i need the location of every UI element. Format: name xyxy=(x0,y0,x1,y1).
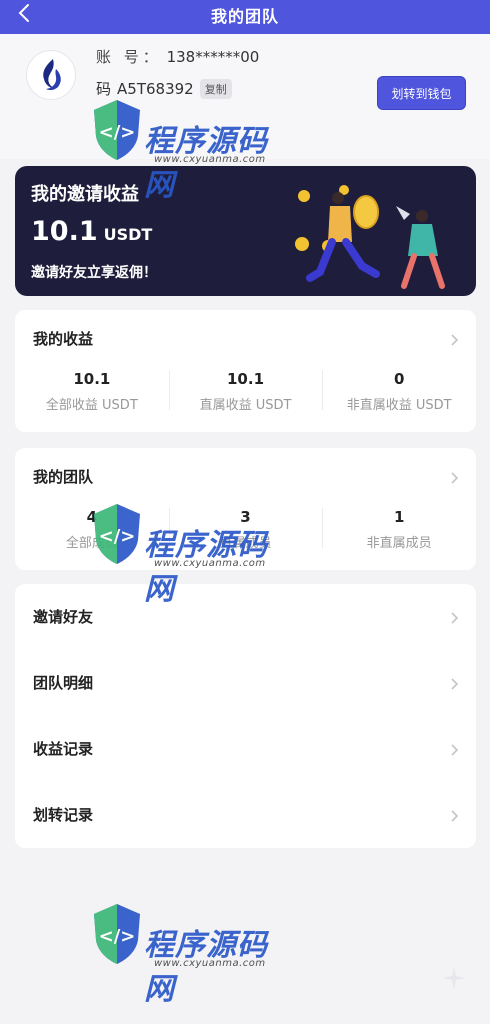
code-shield-icon: </> xyxy=(94,904,140,964)
invite-code-value: A5T68392 xyxy=(117,79,194,98)
svg-text:</>: </> xyxy=(99,526,136,547)
account-row: 账 号： 138******00 xyxy=(96,46,259,67)
svg-text:</>: </> xyxy=(99,122,136,143)
watermark-url: www.cxyuanma.com xyxy=(154,154,266,165)
svg-text:</>: </> xyxy=(99,926,136,947)
flame-logo-icon xyxy=(43,59,61,91)
chevron-right-icon xyxy=(448,808,460,822)
chevron-right-icon xyxy=(448,742,460,756)
earnings-stat-direct: 10.1 直属收益 USDT xyxy=(168,370,323,413)
transfer-to-wallet-button[interactable]: 划转到钱包 xyxy=(377,76,466,110)
stat-label: 非直属成员 xyxy=(366,536,432,551)
account-value: 138******00 xyxy=(166,48,260,66)
people-with-coins-illustration xyxy=(295,185,445,289)
team-card-title: 我的团队 xyxy=(33,468,94,486)
chevron-right-icon xyxy=(448,610,460,624)
watermark: </> 程序源码网 www.cxyuanma.com xyxy=(88,900,298,1007)
banner-amount-value: 10.1 xyxy=(31,216,98,247)
stat-value: 1 xyxy=(393,508,405,526)
code-shield-icon: </> xyxy=(94,504,140,564)
top-nav-bar: 我的团队 xyxy=(0,0,490,34)
menu-item-label: 邀请好友 xyxy=(33,608,94,626)
banner-amount: 10.1 USDT xyxy=(31,216,152,247)
menu-list: 邀请好友 团队明细 收益记录 划转记录 xyxy=(15,584,476,848)
menu-item-team-details[interactable]: 团队明细 xyxy=(15,650,476,716)
avatar xyxy=(26,50,76,100)
menu-item-label: 收益记录 xyxy=(33,740,94,758)
earnings-stat-indirect: 0 非直属收益 USDT xyxy=(322,370,476,413)
stat-label: 直属收益 USDT xyxy=(199,398,292,413)
stat-value: 10.1 xyxy=(73,370,111,388)
menu-item-label: 团队明细 xyxy=(33,674,94,692)
stat-label: 全部收益 USDT xyxy=(45,398,138,413)
watermark-url: www.cxyuanma.com xyxy=(154,558,266,569)
chevron-right-icon xyxy=(448,676,460,690)
menu-item-earnings-records[interactable]: 收益记录 xyxy=(15,716,476,782)
chevron-right-icon xyxy=(448,332,460,346)
earnings-stats: 10.1 全部收益 USDT 10.1 直属收益 USDT 0 非直属收益 US… xyxy=(15,370,476,413)
menu-item-transfer-records[interactable]: 划转记录 xyxy=(15,782,476,848)
stat-label: 非直属收益 USDT xyxy=(346,398,452,413)
banner-title: 我的邀请收益 xyxy=(31,184,139,205)
page-title: 我的团队 xyxy=(210,7,279,26)
account-label: 账 号： xyxy=(96,48,162,66)
my-earnings-card[interactable]: 我的收益 10.1 全部收益 USDT 10.1 直属收益 USDT 0 非直属… xyxy=(15,310,476,432)
team-stat-indirect: 1 非直属成员 xyxy=(322,508,476,551)
earnings-stat-total: 10.1 全部收益 USDT xyxy=(15,370,169,413)
stat-value: 10.1 xyxy=(227,370,265,388)
watermark: </> 程序源码网 www.cxyuanma.com xyxy=(88,500,298,607)
sparkle-icon xyxy=(443,967,465,989)
watermark-url: www.cxyuanma.com xyxy=(154,958,266,969)
earnings-card-title: 我的收益 xyxy=(33,330,94,348)
menu-item-label: 划转记录 xyxy=(33,806,94,824)
banner-subtitle: 邀请好友立享返佣！ xyxy=(31,265,157,281)
chevron-right-icon xyxy=(448,470,460,484)
stat-value: 0 xyxy=(393,370,405,388)
code-shield-icon: </> xyxy=(94,100,140,160)
watermark: </> 程序源码网 www.cxyuanma.com xyxy=(88,96,298,203)
banner-amount-unit: USDT xyxy=(103,225,153,244)
